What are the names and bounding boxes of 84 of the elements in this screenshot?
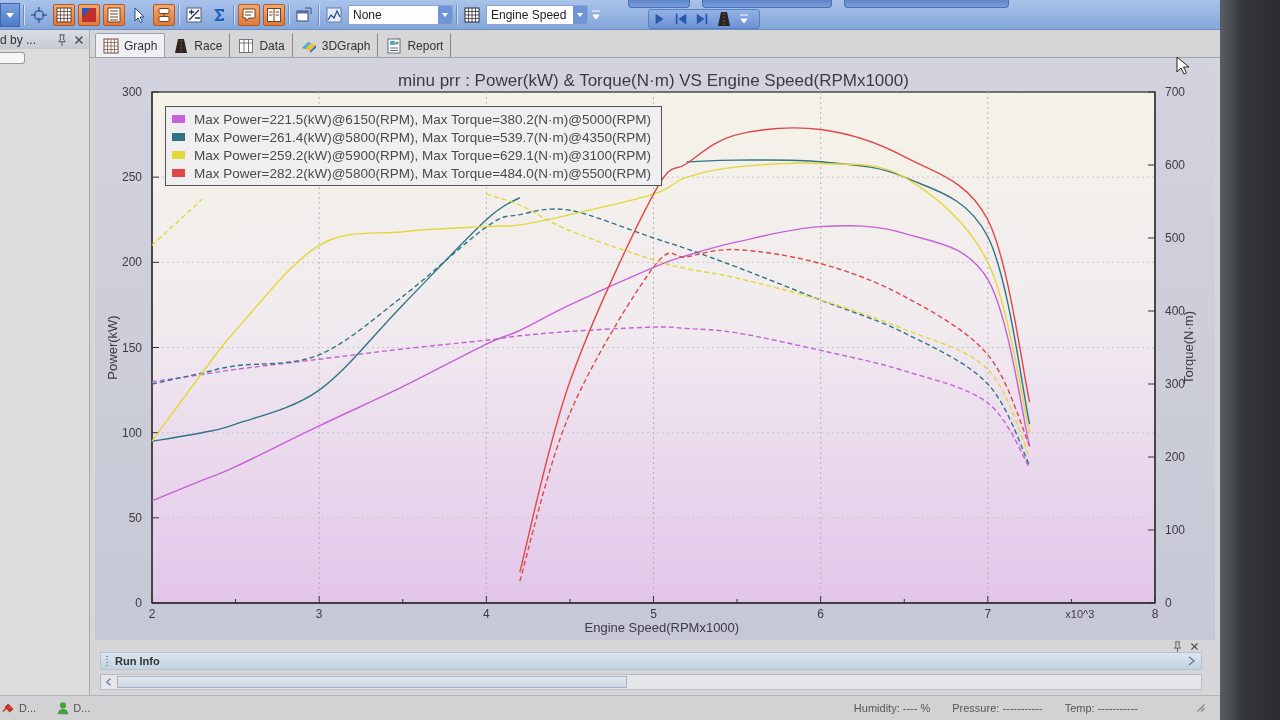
scrollbar-thumb[interactable] — [117, 676, 627, 688]
status-readout: Humidity: ---- % — [853, 702, 931, 714]
axis-tick-label: 0 — [1165, 596, 1172, 610]
panel-title: Run Info — [115, 655, 161, 667]
color-squares-icon — [81, 6, 97, 23]
status-readout: Pressure: ----------- — [952, 702, 1043, 714]
columns-icon — [266, 6, 282, 23]
note-icon — [241, 6, 257, 23]
axis-tick-label: 50 — [128, 510, 142, 525]
panel-tab[interactable] — [0, 52, 25, 64]
list-icon — [106, 6, 122, 23]
person-icon — [56, 701, 71, 715]
toolbar-overflow-icon[interactable] — [739, 12, 749, 26]
stacked-boxes-icon — [156, 6, 172, 23]
toolbar-overflow-icon[interactable] — [591, 7, 601, 22]
axis-tick-label: 200 — [121, 255, 142, 270]
axis-tick-label: 400 — [1165, 304, 1186, 318]
pin-icon[interactable] — [56, 33, 68, 46]
road-icon[interactable] — [716, 11, 732, 27]
dropdown[interactable]: Engine Speed — [486, 4, 588, 25]
tab[interactable]: Race — [165, 33, 231, 57]
status-readout: Temp: ----------- — [1064, 702, 1138, 714]
toolbar-strip — [628, 0, 690, 8]
columns-button[interactable] — [263, 3, 285, 26]
pin-icon[interactable] — [1172, 640, 1183, 652]
axis-tick-label: 0 — [135, 596, 142, 610]
status-text: D... — [19, 702, 37, 714]
axis-tick-label: 6 — [817, 607, 824, 621]
sigma-icon — [211, 6, 227, 23]
axis-tick-label: 500 — [1165, 231, 1186, 245]
tab[interactable]: Graph — [95, 33, 166, 57]
axis-tick-label: 200 — [1165, 450, 1186, 464]
chevron-left-icon[interactable] — [104, 677, 114, 687]
axis-tick-label: 2 — [148, 607, 156, 621]
y-axis-title: Power(kW) — [105, 315, 120, 380]
axis-tick-label: 700 — [1165, 85, 1186, 99]
grid-icon — [103, 37, 119, 54]
axis-tick-label: 5 — [650, 607, 657, 621]
close-icon[interactable] — [1189, 640, 1200, 652]
grid-icon — [464, 6, 480, 23]
horizontal-scrollbar[interactable] — [100, 674, 1202, 690]
legend-label: Max Power=261.4(kW)@5800(RPM), Max Torque=539.7(N·m)@4350(RPM) — [194, 129, 652, 145]
tab[interactable]: 3DGraph — [292, 33, 379, 57]
axis-tick-label: 300 — [121, 85, 142, 99]
color-button[interactable] — [78, 3, 100, 26]
skip-back-icon[interactable] — [674, 12, 688, 26]
legend-label: Max Power=259.2(kW)@5900(RPM), Max Torque=629.1(N·m)@3100(RPM) — [194, 147, 652, 163]
x-axis-title: Engine Speed(RPMx1000) — [584, 620, 740, 635]
road-icon — [173, 37, 190, 54]
list-button[interactable] — [103, 3, 125, 26]
axis-tick-label: 100 — [1165, 523, 1186, 537]
axis-tick-label: 3 — [315, 607, 323, 621]
mouse-cursor-icon — [1176, 56, 1190, 76]
crosshair-icon — [31, 6, 47, 23]
tab[interactable]: Report — [378, 33, 452, 57]
dropdown[interactable]: None — [348, 4, 453, 25]
hammer-icon — [2, 701, 16, 715]
panel-title: d by ... — [0, 32, 38, 47]
grid-icon — [56, 6, 72, 23]
legend-label: Max Power=221.5(kW)@6150(RPM), Max Torque=380.2(N·m)@5000(RPM) — [194, 111, 652, 127]
legend-label: Max Power=282.2(kW)@5800(RPM), Max Torque=484.0(N·m)@5500(RPM) — [194, 165, 652, 181]
note-button[interactable] — [238, 3, 260, 26]
stack-button[interactable] — [153, 3, 175, 26]
axis-tick-label: 250 — [121, 170, 142, 185]
line-chart-icon — [326, 6, 342, 23]
axis-multiplier-label: x10^3 — [1065, 608, 1095, 620]
window-icon — [296, 6, 312, 23]
tab[interactable]: Data — [230, 33, 293, 57]
arrow-pointer-icon — [131, 6, 147, 23]
status-text: D... — [73, 702, 91, 714]
axis-tick-label: 600 — [1165, 158, 1186, 172]
grid-button[interactable] — [53, 3, 75, 26]
chart-title: minu prr : Power(kW) & Torque(N·m) VS Engine Speed(RPMx1000) — [398, 71, 909, 90]
table-icon — [238, 37, 255, 54]
report-icon — [386, 37, 403, 54]
axis-tick-label: 7 — [984, 607, 992, 621]
skip-forward-icon[interactable] — [695, 12, 709, 26]
axis-tick-label: 8 — [1151, 607, 1159, 621]
toolbar-menu-button[interactable] — [0, 2, 20, 27]
axis-tick-label: 100 — [121, 425, 142, 440]
axis-tick-label: 4 — [483, 607, 490, 621]
grip-icon — [105, 655, 109, 667]
axis-tick-label: 150 — [121, 340, 142, 355]
plus-minus-icon — [186, 6, 202, 23]
